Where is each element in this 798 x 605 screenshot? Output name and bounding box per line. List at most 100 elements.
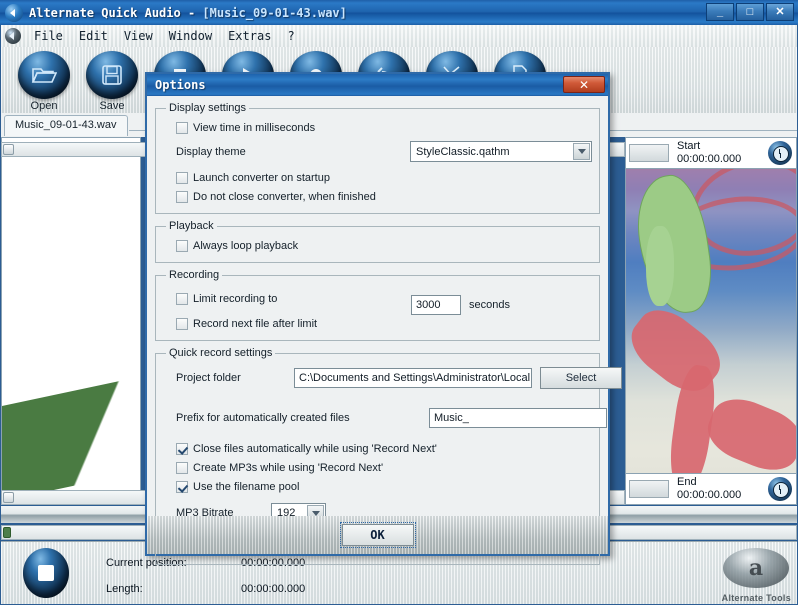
- checkbox-record-next-file[interactable]: [176, 317, 188, 330]
- end-label: End: [677, 476, 697, 489]
- window-controls: _ □ ✕: [706, 3, 794, 21]
- group-playback: Playback Always loop playback: [155, 220, 600, 263]
- group-display-settings-legend: Display settings: [169, 102, 247, 114]
- scrollbar-thumb[interactable]: [3, 492, 14, 503]
- options-close-button[interactable]: ✕: [563, 76, 605, 93]
- marker-row-start: Start 00:00:00.000: [625, 137, 797, 169]
- options-dialog-footer: OK: [147, 516, 608, 554]
- seconds-label: seconds: [469, 299, 510, 311]
- checkbox-create-mp3s[interactable]: [176, 461, 188, 474]
- start-spinner[interactable]: [629, 144, 669, 162]
- stop-icon[interactable]: [23, 548, 69, 598]
- menu-item-extras[interactable]: Extras: [220, 27, 279, 45]
- checkbox-use-filename-pool-label: Use the filename pool: [193, 480, 300, 493]
- marker-row-end: End 00:00:00.000: [625, 473, 797, 505]
- window-title-app: Alternate Quick Audio -: [29, 5, 203, 20]
- artwork-figure-path: [626, 138, 796, 504]
- checkbox-view-milliseconds-label: View time in milliseconds: [193, 121, 316, 134]
- clock-icon[interactable]: [768, 141, 792, 165]
- watermark-brand: Alternate Tools: [721, 593, 791, 603]
- alternate-tools-logo: a: [723, 548, 789, 588]
- start-label: Start: [677, 140, 701, 153]
- options-dialog-body: Display settings View time in millisecon…: [147, 96, 622, 565]
- artwork-green-figure-body: [646, 225, 674, 307]
- checkbox-close-files-automatically-label: Close files automatically while using 'R…: [193, 442, 437, 455]
- maximize-button[interactable]: □: [736, 3, 764, 21]
- group-display-settings: Display settings View time in millisecon…: [155, 102, 600, 214]
- end-time: 00:00:00.000: [677, 489, 742, 501]
- clock-icon[interactable]: [768, 477, 792, 501]
- checkbox-row-close-files[interactable]: Close files automatically while using 'R…: [176, 439, 591, 458]
- checkbox-row-limit-recording[interactable]: Limit recording to: [176, 289, 591, 308]
- checkbox-limit-recording-label: Limit recording to: [193, 292, 278, 305]
- menu-item-window[interactable]: Window: [161, 27, 220, 45]
- length-value: 00:00:00.000: [241, 583, 306, 595]
- display-theme-combobox[interactable]: StyleClassic.qathm: [410, 141, 592, 162]
- minimize-button[interactable]: _: [706, 3, 734, 21]
- project-folder-label: Project folder: [176, 372, 241, 384]
- menu-item-file[interactable]: File: [26, 27, 71, 45]
- checkbox-create-mp3s-label: Create MP3s while using 'Record Next': [193, 461, 384, 474]
- window-titlebar: Alternate Quick Audio - [Music_09-01-43.…: [0, 0, 798, 25]
- row-display-theme: Display theme StyleClassic.qathm: [176, 141, 592, 162]
- checkbox-row-launch-converter[interactable]: Launch converter on startup: [176, 168, 591, 187]
- checkbox-row-view-ms[interactable]: View time in milliseconds: [176, 118, 591, 137]
- checkbox-launch-converter-label: Launch converter on startup: [193, 171, 330, 184]
- menu-item-view[interactable]: View: [116, 27, 161, 45]
- options-dialog-titlebar: Options ✕: [147, 74, 608, 96]
- end-text: End 00:00:00.000: [677, 476, 768, 501]
- project-folder-input[interactable]: C:\Documents and Settings\Administrator\…: [294, 368, 532, 388]
- prefix-input[interactable]: Music_: [429, 408, 607, 428]
- prefix-label: Prefix for automatically created files: [176, 412, 350, 424]
- artwork-red-path-3: [700, 389, 796, 480]
- checkbox-row-filename-pool[interactable]: Use the filename pool: [176, 477, 591, 496]
- select-folder-button[interactable]: Select: [540, 367, 622, 389]
- group-recording-legend: Recording: [169, 269, 220, 281]
- close-button[interactable]: ✕: [766, 3, 794, 21]
- toolbar-button-open[interactable]: Open: [15, 51, 73, 112]
- ok-button[interactable]: OK: [339, 522, 416, 548]
- scrollbar-thumb[interactable]: [3, 527, 11, 538]
- checkbox-row-record-next-file[interactable]: Record next file after limit: [176, 314, 591, 333]
- window-title: Alternate Quick Audio - [Music_09-01-43.…: [29, 6, 347, 20]
- chevron-down-icon[interactable]: [573, 143, 590, 160]
- menubar: File Edit View Window Extras ?: [1, 25, 797, 47]
- watermark: ​ a Alternate Tools: [643, 544, 793, 604]
- checkbox-dont-close-converter[interactable]: [176, 190, 188, 203]
- checkbox-close-files-automatically[interactable]: [176, 442, 188, 455]
- scrollbar-thumb[interactable]: [3, 144, 14, 155]
- checkbox-use-filename-pool[interactable]: [176, 480, 188, 493]
- checkbox-row-loop-playback[interactable]: Always loop playback: [176, 236, 591, 255]
- floppy-save-icon: [86, 51, 138, 99]
- checkbox-limit-recording[interactable]: [176, 292, 188, 305]
- checkbox-launch-converter[interactable]: [176, 171, 188, 184]
- length-label: Length:: [106, 583, 143, 595]
- application-window: Alternate Quick Audio - [Music_09-01-43.…: [0, 0, 798, 605]
- waveform-pane-left[interactable]: [1, 137, 141, 505]
- checkbox-always-loop-playback[interactable]: [176, 239, 188, 252]
- options-dialog: Options ✕ Display settings View time in …: [145, 72, 622, 565]
- checkbox-always-loop-playback-label: Always loop playback: [193, 239, 299, 252]
- menu-item-edit[interactable]: Edit: [71, 27, 116, 45]
- toolbar-label-save: Save: [99, 100, 125, 112]
- checkbox-row-dont-close-converter[interactable]: Do not close converter, when finished: [176, 187, 591, 206]
- prefix-value: Music_: [434, 412, 469, 424]
- menu-item-help[interactable]: ?: [279, 27, 302, 45]
- toolbar-label-open: Open: [30, 100, 58, 112]
- toolbar-button-save[interactable]: Save: [83, 51, 141, 112]
- menu-app-icon: [5, 28, 21, 44]
- group-recording: Recording Limit recording to 3000 second…: [155, 269, 600, 341]
- checkbox-view-milliseconds[interactable]: [176, 121, 188, 134]
- limit-recording-seconds-input[interactable]: 3000: [411, 295, 461, 315]
- group-playback-legend: Playback: [169, 220, 214, 232]
- waveform-pane-right[interactable]: [625, 137, 797, 505]
- end-spinner[interactable]: [629, 480, 669, 498]
- folder-open-icon: [18, 51, 70, 99]
- artwork-sunset-field: [2, 138, 140, 504]
- limit-recording-seconds-value: 3000: [416, 299, 441, 311]
- watermark-ghost-text: ​: [643, 544, 793, 590]
- checkbox-row-create-mp3s[interactable]: Create MP3s while using 'Record Next': [176, 458, 591, 477]
- window-title-file: [Music_09-01-43.wav]: [202, 5, 347, 20]
- tab-music-file[interactable]: Music_09-01-43.wav: [4, 115, 128, 136]
- group-quick-record-legend: Quick record settings: [169, 347, 273, 359]
